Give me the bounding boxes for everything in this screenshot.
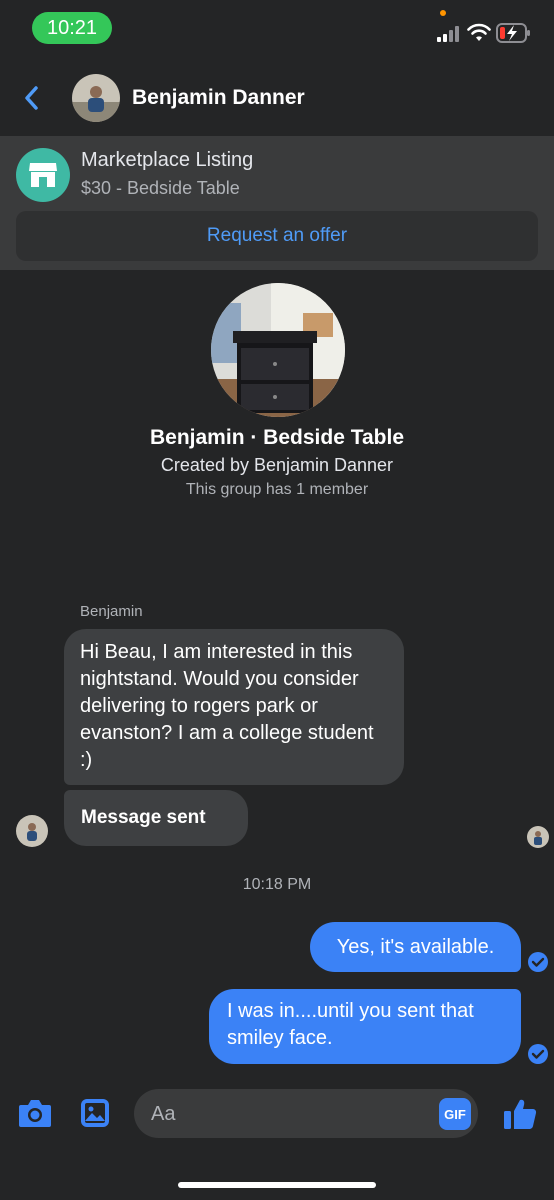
- outgoing-message-bubble[interactable]: Yes, it's available.: [310, 922, 521, 972]
- read-check-icon: [527, 951, 549, 978]
- incoming-message-bubble[interactable]: Message sent: [64, 790, 248, 846]
- marketplace-price-item: $30 - Bedside Table: [81, 178, 240, 198]
- thumbs-up-icon[interactable]: [500, 1094, 540, 1134]
- gif-icon[interactable]: GIF: [439, 1098, 471, 1130]
- battery-icon: [496, 22, 532, 49]
- sender-name: Benjamin: [80, 603, 143, 620]
- read-check-icon: [527, 1043, 549, 1070]
- camera-icon[interactable]: [16, 1094, 54, 1132]
- gallery-icon[interactable]: [76, 1094, 114, 1132]
- back-chevron-icon[interactable]: [20, 84, 44, 117]
- privacy-indicator-dot: [440, 10, 446, 16]
- outgoing-message-bubble[interactable]: I was in....until you sent that smiley f…: [209, 989, 521, 1064]
- message-timestamp: 10:18 PM: [242, 876, 312, 893]
- group-title: Benjamin · Bedside Table: [150, 426, 404, 449]
- contact-avatar[interactable]: [72, 74, 120, 122]
- message-composer: [134, 1089, 478, 1140]
- request-offer-button[interactable]: Request an offer: [16, 211, 538, 261]
- group-photo[interactable]: [211, 283, 345, 417]
- signal-icon: [437, 26, 461, 47]
- marketplace-store-icon: [16, 148, 70, 202]
- sender-avatar[interactable]: [16, 815, 48, 847]
- status-time: 10:21: [32, 12, 112, 44]
- marketplace-title: Marketplace Listing: [81, 149, 254, 171]
- incoming-message-bubble[interactable]: Hi Beau, I am interested in this nightst…: [64, 629, 404, 785]
- contact-name[interactable]: Benjamin Danner: [132, 86, 305, 110]
- message-input[interactable]: [149, 1089, 433, 1140]
- home-indicator[interactable]: [178, 1182, 376, 1188]
- group-member-count: This group has 1 member: [185, 481, 369, 498]
- group-created-by: Created by Benjamin Danner: [160, 455, 394, 475]
- wifi-icon: [467, 23, 491, 48]
- read-receipt-avatar: [527, 826, 549, 848]
